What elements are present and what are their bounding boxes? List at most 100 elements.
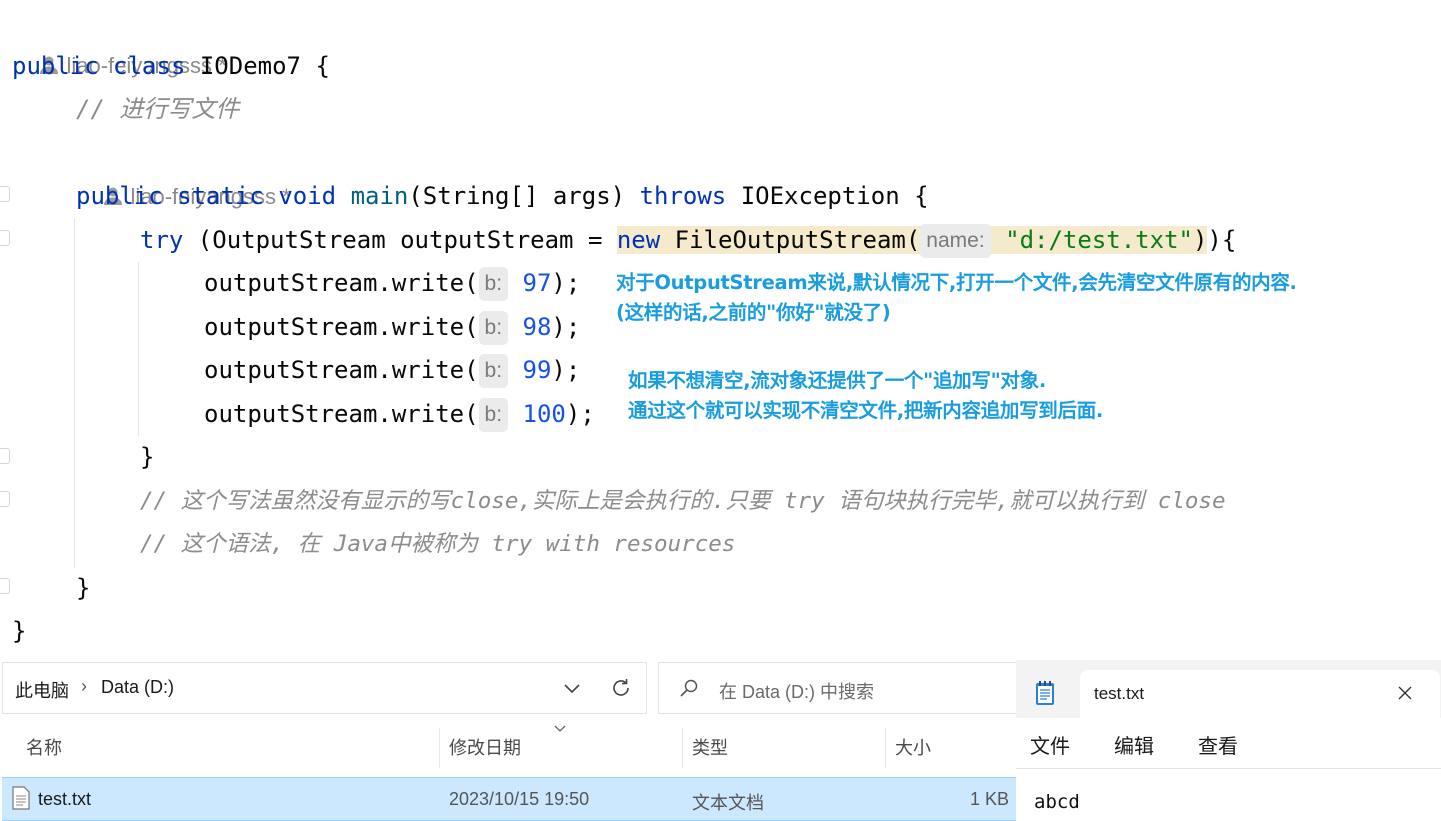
- file-explorer: 此电脑 › Data (D:) 在 Data (D:) 中搜索 名称 修改日期 …: [0, 660, 1020, 821]
- brace: }: [12, 617, 27, 645]
- declaration: (OutputStream outputStream =: [183, 226, 617, 254]
- annotation-text: 如果不想清空,流对象还提供了一个"追加写"对象.: [628, 369, 1046, 392]
- statement-end: );: [565, 400, 595, 428]
- brace: }: [76, 574, 91, 602]
- param-hint: b:: [478, 267, 509, 301]
- comment-text: // 这个语法, 在 Java中被称为 try with resources: [140, 531, 736, 557]
- search-icon: [680, 679, 698, 697]
- file-size: 1 KB: [970, 789, 1010, 809]
- keyword: void: [278, 182, 337, 210]
- method-call: outputStream.write(: [204, 269, 479, 297]
- column-header-type[interactable]: 类型: [692, 728, 728, 768]
- statement-end: );: [551, 313, 581, 341]
- annotation-note: 通过这个就可以实现不清空文件,把新内容追加写到后面.: [628, 396, 1103, 426]
- number-literal: 99: [522, 356, 552, 384]
- annotation-note: (这样的话,之前的"你好"就没了): [616, 298, 891, 328]
- code-line-write[interactable]: outputStream.write(b: 100);: [204, 392, 595, 436]
- sort-arrow-icon: [554, 725, 566, 732]
- author-lens[interactable]: liao-feiyangsss *: [14, 0, 227, 78]
- fold-marker[interactable]: [0, 448, 10, 464]
- code-line-write[interactable]: outputStream.write(b: 99);: [204, 348, 580, 392]
- annotation-text: (这样的话,之前的"你好"就没了): [616, 301, 891, 324]
- paren: ){: [1207, 226, 1237, 254]
- param-hint: b:: [478, 398, 509, 432]
- keyword: public: [12, 52, 99, 80]
- breadcrumb-drive[interactable]: Data (D:): [101, 677, 174, 698]
- indent-guide: [138, 262, 139, 436]
- menu-edit[interactable]: 编辑: [1114, 730, 1154, 759]
- breadcrumb-separator-icon[interactable]: ›: [81, 676, 87, 697]
- column-divider[interactable]: [682, 728, 683, 768]
- indent-guide: [74, 218, 75, 568]
- breadcrumb-root[interactable]: 此电脑: [15, 677, 69, 703]
- code-comment[interactable]: // 进行写文件: [76, 87, 239, 131]
- column-header-name[interactable]: 名称: [26, 728, 62, 768]
- annotation-text: 对于OutputStream来说,默认情况下,打开一个文件,会先清空文件原有的内…: [616, 271, 1297, 294]
- annotation-note: 如果不想清空,流对象还提供了一个"追加写"对象.: [628, 366, 1046, 396]
- text-area[interactable]: abcd: [1016, 768, 1441, 819]
- fold-marker[interactable]: [0, 578, 10, 594]
- text-file-icon: [12, 786, 30, 810]
- file-modified: 2023/10/15 19:50: [449, 789, 590, 809]
- keyword: public: [76, 182, 163, 210]
- statement-end: );: [551, 356, 581, 384]
- param-hint: b:: [478, 354, 509, 388]
- number-literal: 100: [522, 400, 566, 428]
- tab-title: test.txt: [1094, 684, 1145, 703]
- menu-view[interactable]: 查看: [1198, 730, 1238, 759]
- code-line-write[interactable]: outputStream.write(b: 98);: [204, 305, 580, 349]
- method-call: outputStream.write(: [204, 400, 479, 428]
- annotation-note: 对于OutputStream来说,默认情况下,打开一个文件,会先清空文件原有的内…: [616, 268, 1297, 298]
- notepad-window: test.txt 文件 编辑 查看 abcd: [1016, 660, 1441, 819]
- code-line-class[interactable]: public class IODemo7 {: [12, 44, 330, 88]
- code-line-write[interactable]: outputStream.write(b: 97);: [204, 261, 580, 305]
- code-comment[interactable]: // 这个语法, 在 Java中被称为 try with resources: [140, 522, 735, 566]
- code-line-main[interactable]: public static void main(String[] args) t…: [76, 174, 929, 218]
- tab-test-txt[interactable]: test.txt: [1080, 670, 1440, 718]
- number-literal: 97: [522, 269, 552, 297]
- brace: }: [140, 443, 155, 471]
- file-type: 文本文档: [692, 793, 764, 813]
- file-content: abcd: [1034, 791, 1080, 813]
- menu-bar: 文件 编辑 查看: [1016, 718, 1441, 768]
- search-box[interactable]: 在 Data (D:) 中搜索: [658, 662, 1020, 714]
- number-literal: 98: [522, 313, 552, 341]
- author-lens[interactable]: liao-feiyangsss *: [78, 131, 291, 209]
- refresh-icon[interactable]: [609, 676, 633, 700]
- comment-text: // 进行写文件: [76, 95, 240, 123]
- code-line-try[interactable]: try (OutputStream outputStream = new Fil…: [140, 218, 1236, 262]
- notepad-icon: [1036, 681, 1054, 705]
- search-placeholder: 在 Data (D:) 中搜索: [719, 682, 875, 702]
- close-icon[interactable]: [1396, 684, 1414, 702]
- column-divider[interactable]: [885, 728, 886, 768]
- param-hint: name:: [920, 224, 991, 258]
- code-comment[interactable]: // 这个写法虽然没有显示的写close,实际上是会执行的.只要 try 语句块…: [140, 479, 1226, 523]
- file-row[interactable]: test.txt 2023/10/15 19:50 文本文档 1 KB: [2, 777, 1016, 821]
- constructor: FileOutputStream(: [660, 226, 921, 254]
- code-line-close-class[interactable]: }: [12, 609, 26, 653]
- fold-marker[interactable]: [0, 186, 10, 202]
- method-call: outputStream.write(: [204, 356, 479, 384]
- column-header-size[interactable]: 大小: [895, 728, 931, 768]
- code-line-close-try[interactable]: }: [140, 435, 154, 479]
- fold-marker[interactable]: [0, 230, 10, 246]
- annotation-text: 通过这个就可以实现不清空文件,把新内容追加写到后面.: [628, 399, 1104, 422]
- brace: {: [315, 52, 330, 80]
- file-name: test.txt: [38, 789, 92, 809]
- keyword: throws: [639, 182, 727, 210]
- statement-end: );: [551, 269, 581, 297]
- comment-text: // 这个写法虽然没有显示的写close,实际上是会执行的.只要 try 语句块…: [140, 488, 1226, 514]
- column-divider[interactable]: [439, 728, 440, 768]
- column-header-date[interactable]: 修改日期: [449, 728, 521, 768]
- exception: IOException {: [726, 182, 929, 210]
- fold-marker[interactable]: [0, 491, 10, 507]
- keyword: try: [140, 226, 184, 254]
- address-bar[interactable]: 此电脑 › Data (D:): [2, 662, 647, 714]
- keyword: static: [177, 182, 264, 210]
- code-editor[interactable]: liao-feiyangsss * public class IODemo7 {…: [0, 0, 1441, 660]
- code-line-close-main[interactable]: }: [76, 566, 90, 610]
- keyword: new: [616, 226, 661, 254]
- highlighted-expression: new FileOutputStream(name: "d:/test.txt"…: [616, 224, 1208, 258]
- chevron-down-icon[interactable]: [561, 677, 583, 699]
- menu-file[interactable]: 文件: [1030, 730, 1070, 759]
